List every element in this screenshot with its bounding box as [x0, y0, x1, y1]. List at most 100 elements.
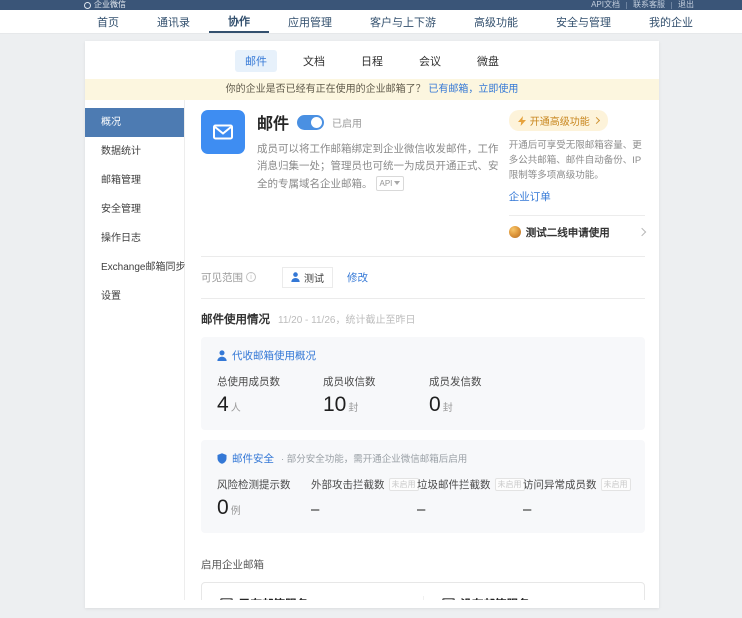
nav-item-security-mgmt[interactable]: 安全与管理 [537, 10, 630, 33]
nav-item-contacts[interactable]: 通讯录 [138, 10, 209, 33]
stat-unit: 例 [231, 506, 241, 517]
mail-app-info: 邮件 已启用 成员可以将工作邮箱绑定到企业微信收发邮件，工作消息归集一处；管理员… [257, 110, 509, 240]
tab-drive[interactable]: 微盘 [467, 50, 509, 72]
envelope-icon [211, 120, 235, 144]
edit-visibility-link[interactable]: 修改 [347, 270, 368, 285]
tab-mail[interactable]: 邮件 [235, 50, 277, 72]
divider [201, 298, 645, 299]
nav-item-customers[interactable]: 客户与上下游 [351, 10, 455, 33]
no-mailbox-header: 没有邮箱服务 [442, 596, 530, 600]
sidebar-item-exchange-sync[interactable]: Exchange邮箱同步 [85, 253, 184, 282]
tab-meeting[interactable]: 会议 [409, 50, 451, 72]
stat-unit: 人 [231, 403, 241, 414]
mail-security-header: 邮件安全 · 部分安全功能，需开通企业微信邮箱后启用 [217, 451, 629, 466]
wechat-work-logo-icon [84, 2, 91, 9]
sidebar-item-overview[interactable]: 概况 [85, 108, 184, 137]
info-icon[interactable]: i [246, 272, 256, 282]
enable-section-title: 启用企业邮箱 [201, 557, 645, 572]
stat-value: – [311, 501, 417, 518]
stat-abnormal-access: 访问异常成员数未启用 – [523, 477, 629, 520]
visibility-row: 可见范围 i 测试 修改 [201, 257, 645, 298]
sidebar-item-mailbox-mgmt[interactable]: 邮箱管理 [85, 166, 184, 195]
stat-value: 10 [323, 393, 346, 416]
brand-logo[interactable]: 企业微信 [84, 0, 126, 10]
person-icon [217, 350, 227, 361]
top-bar: 企业微信 API文档 联系客服 退出 [0, 0, 742, 10]
mail-security-card: 邮件安全 · 部分安全功能，需开通企业微信邮箱后启用 风险检测提示数 0例 外部… [201, 440, 645, 533]
stat-value: – [523, 501, 629, 518]
mailbox-icon [220, 598, 233, 600]
status-label: 已启用 [332, 115, 362, 130]
usage-title: 邮件使用情况 [201, 311, 270, 327]
stat-external-attacks: 外部攻击拦截数未启用 – [311, 477, 417, 520]
usage-section-header: 邮件使用情况 11/20 - 11/26，统计截止至昨日 [201, 311, 645, 327]
shield-icon [217, 453, 227, 464]
disabled-badge: 未启用 [389, 478, 419, 491]
collect-usage-header: 代收邮箱使用概况 [217, 348, 629, 363]
sub-tabs: 邮件 文档 日程 会议 微盘 [85, 41, 659, 79]
sidebar: 概况 数据统计 邮箱管理 安全管理 操作日志 Exchange邮箱同步 设置 [85, 100, 185, 600]
tab-docs[interactable]: 文档 [293, 50, 335, 72]
security-note: · 部分安全功能，需开通企业微信邮箱后启用 [281, 451, 467, 465]
contact-support-link[interactable]: 联系客服 [627, 0, 671, 10]
notice-text: 你的企业是否已经有正在使用的企业邮箱了？ [226, 84, 426, 95]
content-panel: 邮件 文档 日程 会议 微盘 你的企业是否已经有正在使用的企业邮箱了？ 已有邮箱… [85, 41, 659, 608]
disabled-badge: 未启用 [601, 478, 631, 491]
top-links: API文档 联系客服 退出 [585, 0, 700, 10]
visibility-scope-tag: 测试 [282, 267, 333, 288]
no-mailbox-option: 没有邮箱服务 可在企业微信中购买域名，新开通企业微信邮箱服务。 新开通邮箱服务 [424, 596, 645, 600]
collect-usage-card: 代收邮箱使用概况 总使用成员数 4人 成员收信数 10封 成员发信数 [201, 337, 645, 430]
caret-down-icon [394, 181, 400, 185]
stat-sent-mails: 成员发信数 0封 [429, 374, 535, 417]
stat-received-mails: 成员收信数 10封 [323, 374, 429, 417]
main-content: 邮件 已启用 成员可以将工作邮箱绑定到企业微信收发邮件，工作消息归集一处；管理员… [185, 100, 659, 600]
chevron-right-icon [593, 117, 600, 124]
existing-mailbox-option: 已有邮箱服务 将已有邮箱服务立即迁移到企业微信中。 或将历史邮件和新邮件持续同步… [202, 596, 424, 600]
sidebar-item-security[interactable]: 安全管理 [85, 195, 184, 224]
nav-item-advanced[interactable]: 高级功能 [455, 10, 537, 33]
stat-value: – [417, 501, 523, 518]
mail-app-icon [201, 110, 245, 154]
nav-item-home[interactable]: 首页 [78, 10, 138, 33]
lightning-icon [518, 116, 526, 126]
enable-options-card: 已有邮箱服务 将已有邮箱服务立即迁移到企业微信中。 或将历史邮件和新邮件持续同步… [201, 582, 645, 600]
api-docs-link[interactable]: API文档 [585, 0, 626, 10]
sidebar-item-logs[interactable]: 操作日志 [85, 224, 184, 253]
stat-unit: 封 [348, 403, 358, 414]
nav-item-my-company[interactable]: 我的企业 [630, 10, 712, 33]
trial-apply-label: 测试二线申请使用 [526, 225, 610, 240]
premium-panel: 开通高级功能 开通后可享受无限邮箱容量、更多公共邮箱、邮件自动备份、IP限制等多… [509, 110, 645, 240]
mail-app-header: 邮件 已启用 成员可以将工作邮箱绑定到企业微信收发邮件，工作消息归集一处；管理员… [201, 110, 645, 240]
notice-bar: 你的企业是否已经有正在使用的企业邮箱了？ 已有邮箱，立即使用 [85, 79, 659, 100]
usage-period: 11/20 - 11/26，统计截止至昨日 [278, 311, 415, 326]
brand-name: 企业微信 [94, 0, 126, 10]
nav-item-apps[interactable]: 应用管理 [269, 10, 351, 33]
enable-toggle[interactable] [297, 115, 324, 130]
trial-app-icon [509, 226, 521, 238]
chevron-right-icon [638, 228, 646, 236]
app-window: 企业微信 API文档 联系客服 退出 首页 通讯录 协作 应用管理 客户与上下游… [0, 0, 742, 618]
sidebar-item-statistics[interactable]: 数据统计 [85, 137, 184, 166]
tab-schedule[interactable]: 日程 [351, 50, 393, 72]
stat-spam-blocked: 垃圾邮件拦截数未启用 – [417, 477, 523, 520]
disabled-badge: 未启用 [495, 478, 525, 491]
trial-apply-row[interactable]: 测试二线申请使用 [509, 225, 645, 240]
stat-total-members: 总使用成员数 4人 [217, 374, 323, 417]
no-mailbox-icon [442, 598, 455, 600]
stat-value: 0 [217, 496, 229, 519]
stat-risk-alerts: 风险检测提示数 0例 [217, 477, 311, 520]
person-icon [291, 272, 300, 282]
sidebar-item-settings[interactable]: 设置 [85, 282, 184, 311]
main-nav: 首页 通讯录 协作 应用管理 客户与上下游 高级功能 安全与管理 我的企业 [0, 10, 742, 33]
toggle-knob [311, 117, 322, 128]
page-title: 邮件 [257, 110, 289, 134]
enterprise-order-link[interactable]: 企业订单 [509, 189, 551, 204]
nav-item-collaboration[interactable]: 协作 [209, 10, 269, 33]
logout-link[interactable]: 退出 [672, 0, 700, 10]
visibility-label: 可见范围 i [201, 270, 256, 285]
api-badge[interactable]: API [376, 176, 405, 191]
notice-link[interactable]: 已有邮箱，立即使用 [428, 84, 518, 95]
premium-badge[interactable]: 开通高级功能 [509, 110, 608, 131]
mail-description: 成员可以将工作邮箱绑定到企业微信收发邮件，工作消息归集一处；管理员也可统一为成员… [257, 141, 509, 193]
premium-description: 开通后可享受无限邮箱容量、更多公共邮箱、邮件自动备份、IP限制等多项高级功能。 [509, 138, 645, 184]
